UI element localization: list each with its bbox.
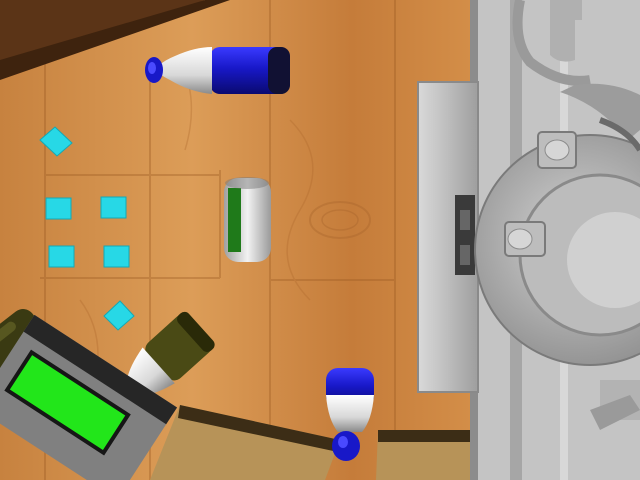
scene-canvas <box>0 0 640 480</box>
cyan-cube <box>48 245 75 268</box>
green-label-can <box>224 177 271 262</box>
cyan-cube <box>103 245 130 268</box>
robot-workspace-scene <box>0 0 640 480</box>
cyan-cube <box>45 197 72 220</box>
cardboard-box <box>376 430 470 480</box>
cyan-cube <box>100 196 127 219</box>
